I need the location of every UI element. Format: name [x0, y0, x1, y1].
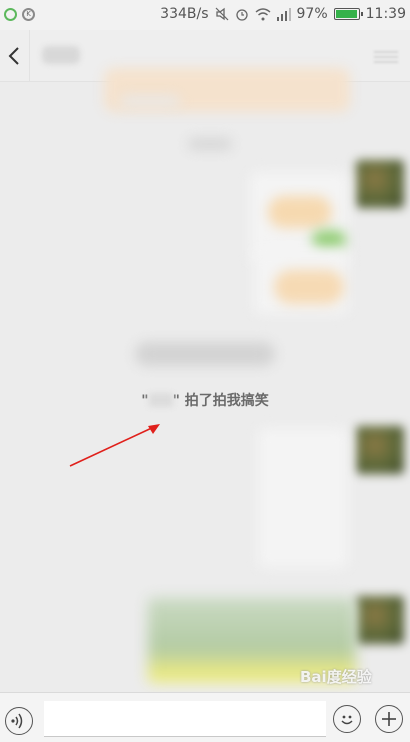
- more-menu-icon[interactable]: [374, 48, 398, 64]
- avatar[interactable]: [356, 426, 404, 474]
- status-bar: K 334B/s 97% 11:39: [0, 0, 410, 30]
- red-arrow-annotation: [69, 424, 160, 467]
- input-bar: [0, 692, 410, 742]
- baidu-watermark: Bai度经验: [300, 668, 372, 686]
- notification-circle-icon: [4, 8, 17, 21]
- system-tip-text-redacted: [120, 96, 180, 106]
- battery-percent: 97%: [296, 6, 328, 22]
- voice-button[interactable]: [5, 707, 33, 735]
- patter-name-redacted: [148, 393, 173, 407]
- battery-icon: [333, 8, 363, 20]
- chat-title-redacted: [42, 46, 80, 64]
- sticker-image: [268, 196, 332, 228]
- status-left-icons: K: [4, 8, 35, 21]
- battery-fill: [335, 10, 357, 18]
- alarm-icon: [235, 9, 248, 21]
- k-app-icon: K: [22, 8, 35, 21]
- timestamp-redacted: [188, 138, 232, 150]
- sticker-image: [274, 270, 344, 304]
- chevron-left-icon: [8, 47, 19, 65]
- pat-notice-prefix: ": [141, 393, 149, 409]
- pat-notice: " " 拍了拍我搞笑: [0, 390, 410, 410]
- emoji-icon: [341, 715, 353, 725]
- message-bubble[interactable]: [258, 428, 348, 568]
- system-notice-redacted: [135, 342, 275, 366]
- back-button[interactable]: [0, 30, 30, 82]
- mute-icon: [215, 7, 228, 21]
- emoji-button[interactable]: [333, 705, 361, 733]
- sticker-image: [312, 230, 346, 250]
- pat-notice-text: " 拍了拍我搞笑: [172, 393, 269, 409]
- clock: 11:39: [365, 6, 406, 22]
- wifi-icon: [255, 7, 270, 20]
- message-input[interactable]: [44, 701, 326, 737]
- plus-button[interactable]: [375, 705, 403, 733]
- avatar[interactable]: [356, 160, 404, 208]
- voice-icon: [11, 713, 23, 729]
- plus-icon: [382, 712, 396, 726]
- avatar[interactable]: [356, 596, 404, 644]
- signal-icon: [276, 7, 291, 21]
- status-right: 334B/s 97% 11:39: [160, 6, 406, 22]
- network-speed: 334B/s: [160, 6, 209, 22]
